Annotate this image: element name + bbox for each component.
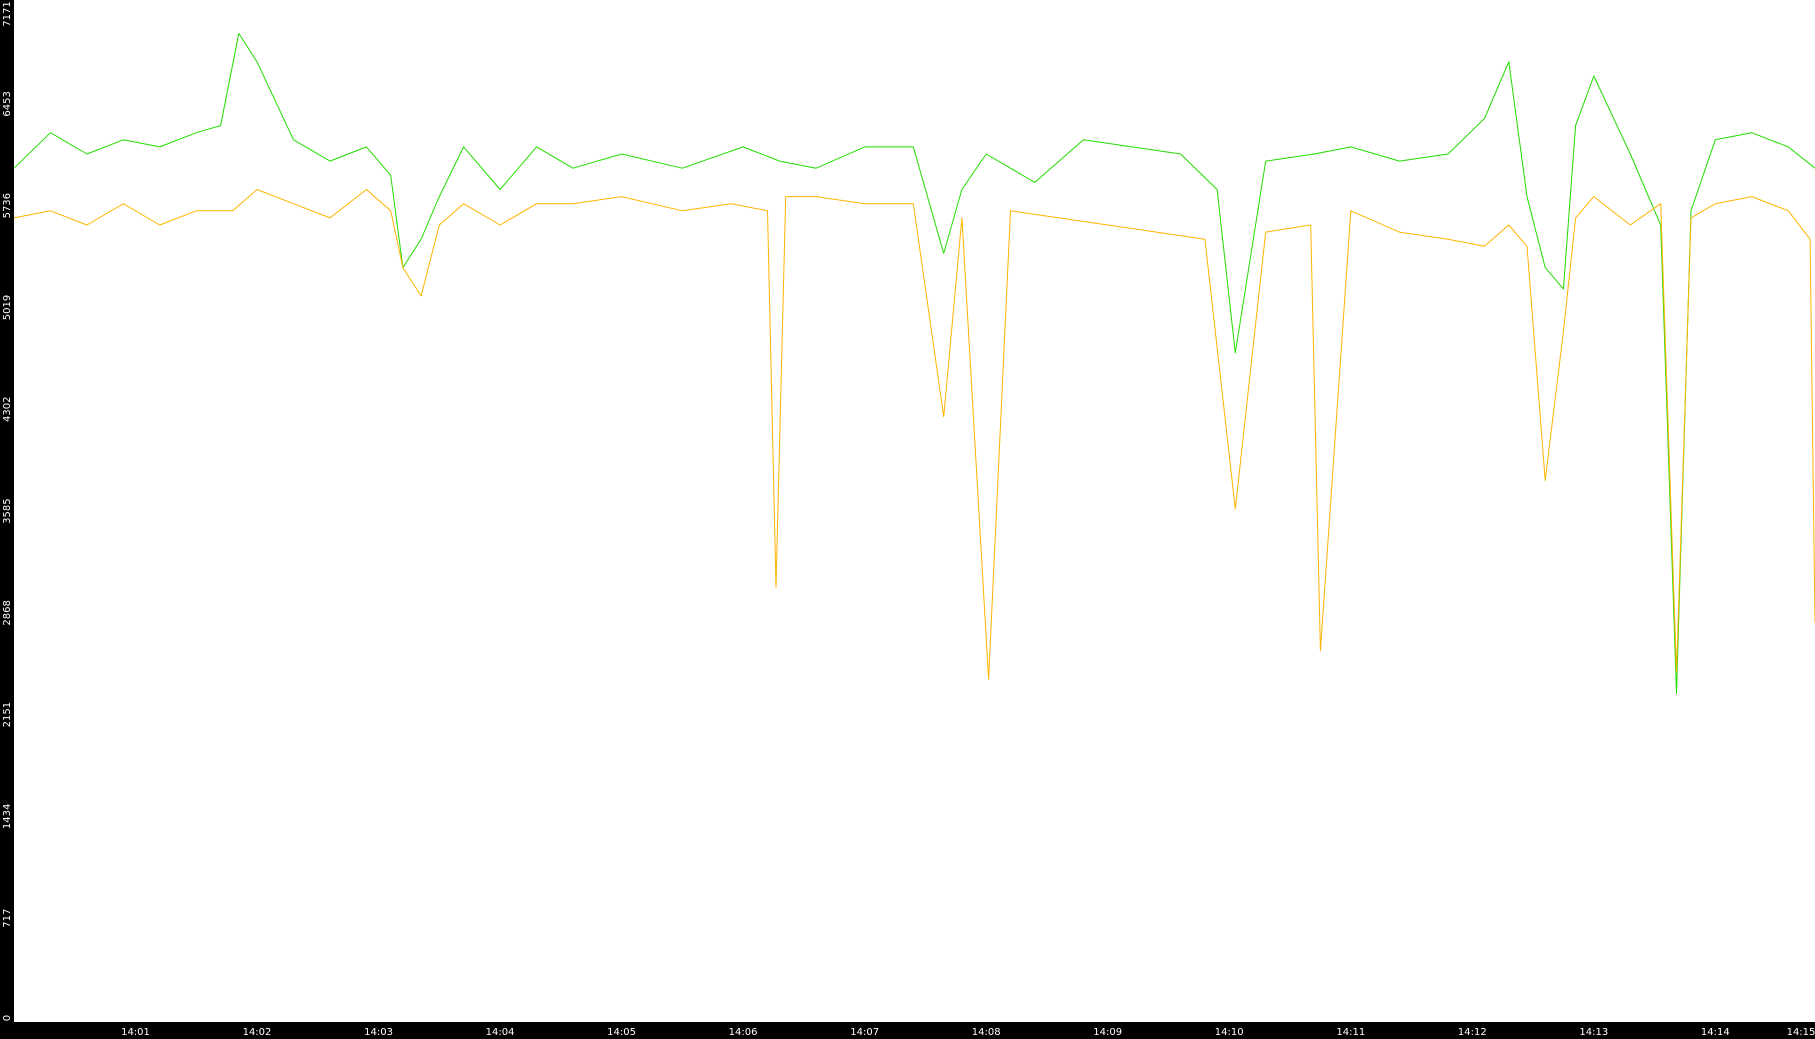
x-tick-label: 14:04 bbox=[486, 1027, 515, 1038]
y-tick-label: 2151 bbox=[2, 702, 13, 727]
x-tick-label: 14:12 bbox=[1458, 1027, 1487, 1038]
y-tick-label: 717 bbox=[2, 909, 13, 928]
y-tick-label: 5019 bbox=[2, 295, 13, 320]
y-tick-label: 2868 bbox=[2, 600, 13, 625]
x-tick-label: 14:01 bbox=[121, 1027, 150, 1038]
x-tick-label: 14:10 bbox=[1215, 1027, 1244, 1038]
x-tick-label: 14:02 bbox=[243, 1027, 272, 1038]
x-tick-label: 14:14 bbox=[1701, 1027, 1730, 1038]
y-tick-label: 7171 bbox=[2, 1, 13, 26]
chart-background bbox=[0, 0, 1815, 1039]
x-tick-label: 14:03 bbox=[364, 1027, 393, 1038]
y-tick-label: 0 bbox=[2, 1015, 13, 1021]
x-tick-label: 14:15 bbox=[1787, 1027, 1815, 1038]
x-tick-label: 14:05 bbox=[607, 1027, 636, 1038]
y-tick-label: 5736 bbox=[2, 193, 13, 218]
x-tick-label: 14:06 bbox=[729, 1027, 758, 1038]
y-tick-label: 4302 bbox=[2, 397, 13, 422]
x-tick-label: 14:08 bbox=[972, 1027, 1001, 1038]
x-tick-label: 14:13 bbox=[1579, 1027, 1608, 1038]
x-tick-label: 14:11 bbox=[1336, 1027, 1365, 1038]
y-tick-label: 1434 bbox=[2, 804, 13, 829]
y-tick-label: 6453 bbox=[2, 91, 13, 116]
y-tick-label: 3585 bbox=[2, 498, 13, 523]
line-chart: 0 717 1434 2151 2868 3585 4302 5019 5736 6453 7171… bbox=[0, 0, 1815, 1039]
x-tick-label: 14:09 bbox=[1093, 1027, 1122, 1038]
x-tick-label: 14:07 bbox=[850, 1027, 879, 1038]
x-axis-bar bbox=[0, 1022, 1815, 1039]
